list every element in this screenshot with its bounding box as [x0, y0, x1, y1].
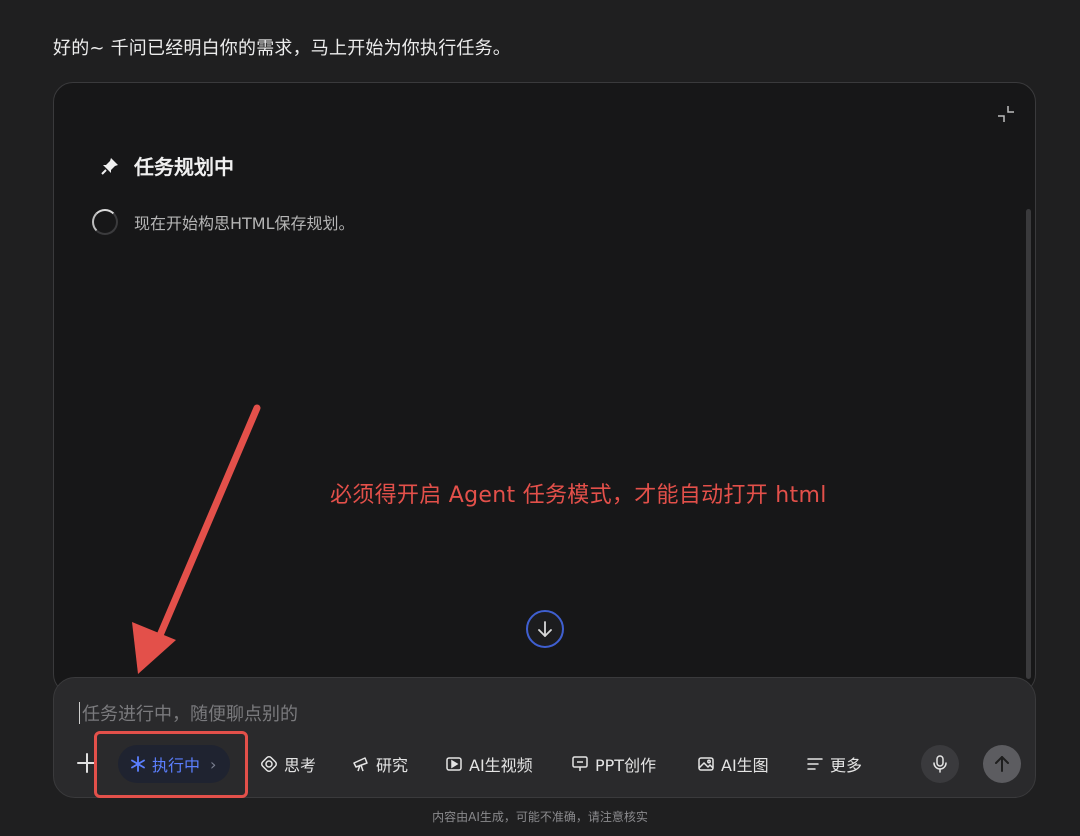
arrow-down-icon [538, 621, 552, 637]
assistant-intro-message: 好的~ 千问已经明白你的需求，马上开始为你执行任务。 [53, 38, 512, 59]
annotation-text: 必须得开启 Agent 任务模式，才能自动打开 html [330, 483, 827, 508]
more-label: 更多 [830, 756, 863, 775]
research-button[interactable]: 研究 [352, 742, 408, 786]
plan-step: 现在开始构思HTML保存规划。 [92, 209, 355, 235]
ai-video-label: AI生视频 [469, 756, 533, 775]
brain-icon [261, 756, 277, 772]
ai-video-button[interactable]: AI生视频 [445, 742, 533, 786]
arrow-up-icon [995, 756, 1009, 772]
research-label: 研究 [376, 756, 409, 775]
ppt-create-button[interactable]: PPT创作 [571, 742, 656, 786]
chat-input[interactable] [80, 700, 984, 728]
presentation-icon [572, 756, 588, 771]
menu-icon [807, 758, 823, 770]
asterisk-icon [131, 756, 145, 772]
pin-icon [100, 156, 120, 176]
think-button[interactable]: 思考 [260, 742, 316, 786]
plus-icon [77, 753, 97, 773]
ai-disclaimer: 内容由AI生成，可能不准确，请注意核实 [432, 810, 648, 824]
image-icon [698, 757, 714, 771]
composer: 执行中 › 思考 研究 AI生视频 [53, 677, 1036, 798]
more-button[interactable]: 更多 [806, 742, 862, 786]
add-attachment-button[interactable] [76, 752, 98, 774]
scroll-down-button[interactable] [526, 610, 564, 648]
panel-scrollbar[interactable] [1026, 209, 1031, 679]
plan-header: 任务规划中 [100, 151, 234, 180]
video-icon [446, 757, 462, 771]
loading-spinner-icon [92, 209, 118, 235]
plan-step-text: 现在开始构思HTML保存规划。 [134, 214, 355, 233]
microphone-icon [933, 755, 947, 773]
ai-image-label: AI生图 [721, 756, 769, 775]
task-planning-panel: 任务规划中 现在开始构思HTML保存规划。 [53, 82, 1036, 694]
composer-toolbar: 执行中 › 思考 研究 AI生视频 PPT创作 AI生图 更多 [76, 742, 1021, 786]
plan-title: 任务规划中 [134, 155, 234, 179]
think-label: 思考 [284, 756, 317, 775]
voice-input-button[interactable] [921, 745, 959, 783]
ai-image-button[interactable]: AI生图 [697, 742, 769, 786]
collapse-icon[interactable] [997, 105, 1015, 123]
ppt-create-label: PPT创作 [595, 756, 657, 775]
agent-mode-label: 执行中 [152, 756, 201, 775]
agent-mode-executing-button[interactable]: 执行中 › [118, 745, 231, 783]
chevron-right-icon: › [210, 754, 217, 774]
telescope-icon [353, 757, 368, 772]
send-button[interactable] [983, 745, 1021, 783]
